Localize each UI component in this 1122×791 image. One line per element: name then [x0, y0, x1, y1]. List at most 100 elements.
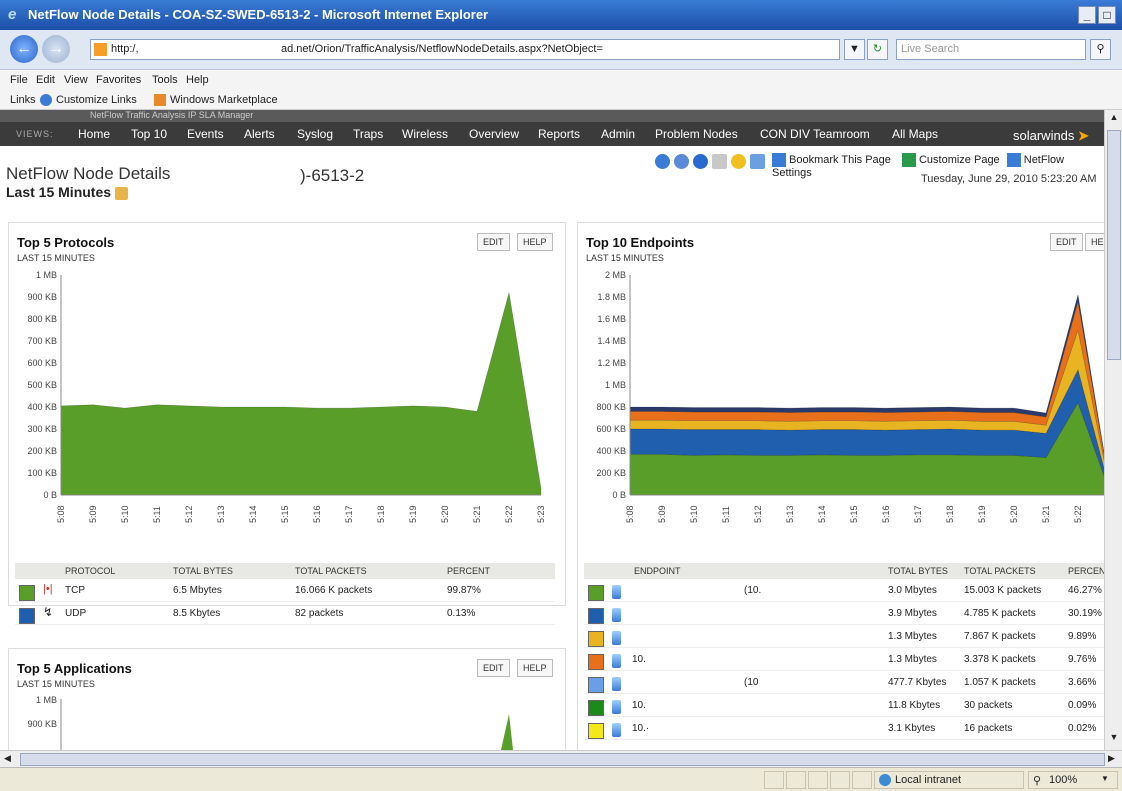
page-content: NetFlow Traffic Analysis IP SLA Manager … [0, 110, 1104, 750]
help-icon[interactable] [655, 154, 670, 169]
nav-home[interactable]: Home [78, 127, 110, 141]
scroll-thumb[interactable] [20, 753, 1105, 766]
forward-button[interactable]: → [42, 35, 70, 63]
nav-alerts[interactable]: Alerts [244, 127, 275, 141]
endpoint-bytes: 1.3 Mbytes [888, 631, 937, 642]
dropdown-icon[interactable] [115, 186, 129, 200]
y-tick-label: 300 KB [27, 424, 57, 434]
endpoint-packets: 15.003 K packets [964, 585, 1042, 596]
page-title: NetFlow Node Details [6, 164, 171, 183]
y-tick-label: 100 KB [27, 468, 57, 478]
menu-edit[interactable]: Edit [36, 74, 55, 86]
address-dropdown-icon[interactable]: ▼ [844, 39, 865, 60]
zoom-cell[interactable]: ⚲ 100% ▼ [1028, 771, 1118, 789]
edit-button[interactable]: EDIT [477, 659, 510, 677]
edit-button[interactable]: EDIT [1050, 233, 1083, 251]
nav-all-maps[interactable]: All Maps [892, 127, 938, 141]
endpoint-bytes: 11.8 Kbytes [888, 700, 941, 711]
link-windows-marketplace[interactable]: Windows Marketplace [170, 94, 278, 106]
table-row[interactable]: ↯ UDP 8.5 Kbytes 82 packets 0.13% [15, 602, 555, 625]
menu-favorites[interactable]: Favorites [96, 74, 141, 86]
bookmark-link[interactable]: Bookmark This Page [789, 154, 891, 166]
horizontal-scrollbar[interactable]: ◀ ▶ [0, 750, 1122, 767]
endpoint-bytes: 3.1 Kbytes [888, 723, 936, 734]
nav-admin[interactable]: Admin [601, 127, 635, 141]
scroll-down-icon[interactable]: ▼ [1107, 732, 1121, 746]
nav-syslog[interactable]: Syslog [297, 127, 333, 141]
table-row[interactable]: |•| TCP 6.5 Mbytes 16.066 K packets 99.8… [15, 579, 555, 602]
zoom-dropdown-icon[interactable]: ▼ [1101, 774, 1109, 783]
table-row[interactable]: 1.3 Mbytes 7.867 K packets 9.89% [584, 625, 1104, 648]
network-icon[interactable] [750, 154, 765, 169]
help-button[interactable]: HELP [517, 659, 553, 677]
address-field[interactable]: http:/, ad.net/Orion/TrafficAnalysis/Net… [90, 39, 840, 60]
y-tick-label: 400 KB [596, 446, 626, 456]
swatch [588, 700, 604, 716]
endpoint-icon [612, 585, 621, 599]
help-button[interactable]: HELP [517, 233, 553, 251]
search-icon[interactable]: ⚲ [1090, 39, 1111, 60]
endpoint-icon [612, 631, 621, 645]
x-tick-label: 5:17 [913, 505, 923, 523]
panel-title: Top 10 Endpoints [586, 235, 695, 250]
scroll-left-icon[interactable]: ◀ [4, 753, 11, 764]
nav-reports[interactable]: Reports [538, 127, 580, 141]
endpoint-percent: 9.89% [1068, 631, 1097, 642]
table-row[interactable]: 10. 11.8 Kbytes 30 packets 0.09% [584, 694, 1104, 717]
back-button[interactable]: ← [10, 35, 38, 63]
nav-overview[interactable]: Overview [469, 127, 519, 141]
table-row[interactable]: (10. 3.0 Mbytes 15.003 K packets 46.27% [584, 579, 1104, 602]
nav-top10[interactable]: Top 10 [131, 127, 167, 141]
link-customize[interactable]: Customize Links [56, 94, 137, 106]
refresh-icon[interactable]: ↻ [867, 39, 888, 60]
ssl-icon[interactable] [674, 154, 689, 169]
menu-tools[interactable]: Tools [152, 74, 178, 86]
question-icon[interactable] [731, 154, 746, 169]
minimize-button[interactable]: _ [1078, 6, 1096, 24]
menu-view[interactable]: View [64, 74, 88, 86]
table-row[interactable]: 10.· 3.1 Kbytes 16 packets 0.02% [584, 717, 1104, 740]
x-tick-label: 5:09 [88, 505, 98, 523]
speaker-icon[interactable] [712, 154, 727, 169]
endpoint-percent: 46.27% [1068, 585, 1102, 596]
table-row[interactable]: (10 477.7 Kbytes 1.057 K packets 3.66% [584, 671, 1104, 694]
settings-icon [1006, 153, 1021, 167]
vertical-scrollbar[interactable]: ▲ ▼ [1104, 110, 1122, 750]
address-prefix: http:/, [111, 43, 139, 55]
ie-logo-icon: e [8, 6, 17, 23]
x-tick-label: 5:22 [1073, 505, 1083, 523]
menu-help[interactable]: Help [186, 74, 209, 86]
edit-button[interactable]: EDIT [477, 233, 510, 251]
table-row[interactable]: 3.9 Mbytes 4.785 K packets 30.19% [584, 602, 1104, 625]
endpoint-percent: 0.09% [1068, 700, 1097, 711]
nav-problem-nodes[interactable]: Problem Nodes [655, 127, 738, 141]
endpoints-chart: 0 B 200 KB 400 KB 600 KB 800 KB 1 MB 1.2 MB 1.4… [596, 270, 1104, 523]
customize-link[interactable]: Customize Page [919, 154, 1000, 166]
zoom-level: 100% [1049, 774, 1078, 786]
help-button[interactable]: HELI [1085, 233, 1104, 251]
scroll-thumb[interactable] [1107, 130, 1121, 360]
scroll-up-icon[interactable]: ▲ [1107, 112, 1121, 126]
search-input[interactable]: Live Search [896, 39, 1086, 60]
scroll-right-icon[interactable]: ▶ [1108, 753, 1115, 764]
applications-panel: Top 5 Applications LAST 15 MINUTES EDIT … [8, 648, 566, 750]
menu-file[interactable]: File [10, 74, 28, 86]
info-icon[interactable] [693, 154, 708, 169]
nav-traps[interactable]: Traps [353, 127, 383, 141]
protocol-icon: |•| [43, 583, 53, 595]
table-row[interactable]: 10. 1.3 Mbytes 3.378 K packets 9.76% [584, 648, 1104, 671]
nav-events[interactable]: Events [187, 127, 224, 141]
time-period[interactable]: Last 15 Minutes [6, 184, 129, 200]
solarwinds-logo: solarwinds ➤ [1013, 128, 1089, 143]
series-area [60, 292, 542, 496]
endpoint-packets: 16 packets [964, 723, 1013, 734]
maximize-button[interactable]: □ [1098, 6, 1116, 24]
x-tick-label: 5:10 [120, 505, 130, 523]
panel-title: Top 5 Protocols [17, 235, 115, 250]
x-tick-label: 5:15 [280, 505, 290, 523]
nav-con-div-teamroom[interactable]: CON DIV Teamroom [760, 127, 870, 141]
panel-subtitle: LAST 15 MINUTES [17, 253, 95, 263]
y-tick-label: 200 KB [596, 468, 626, 478]
x-tick-label: 5:12 [184, 505, 194, 523]
nav-wireless[interactable]: Wireless [402, 127, 448, 141]
